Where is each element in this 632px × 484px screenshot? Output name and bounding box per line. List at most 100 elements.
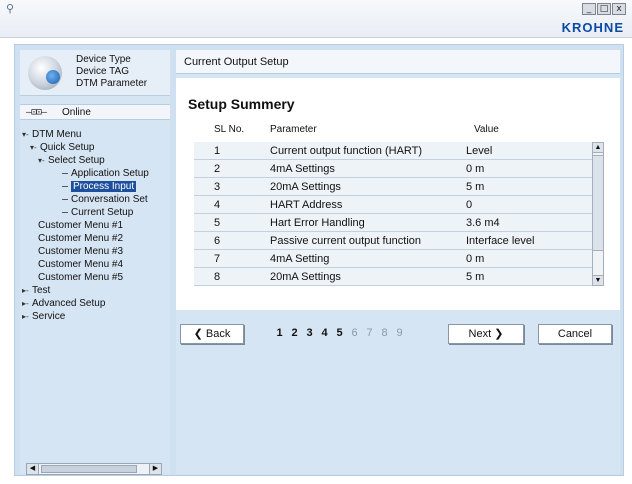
col-sl-no: SL No. [214,124,245,135]
minimize-button[interactable]: _ [582,3,596,15]
expand-toggle-icon[interactable]: ▸- [22,284,32,297]
table-row[interactable]: 6 Passive current output function Interfac… [194,232,592,250]
vertical-scrollbar[interactable]: ▲ ▼ [592,142,604,286]
cell-value: 0 m [466,253,485,265]
cancel-button[interactable]: Cancel [538,324,612,344]
table-row[interactable]: 4 HART Address 0 [194,196,592,214]
cell-sl-no: 8 [214,271,221,283]
cell-parameter: 20mA Settings [270,181,341,193]
page-number[interactable]: 9 [392,327,407,339]
page-number[interactable]: 4 [317,327,332,339]
page-number[interactable]: 7 [362,327,377,339]
page-indicator: 123456789 [272,327,407,339]
cell-parameter: Current output function (HART) [270,145,423,157]
cell-sl-no: 5 [214,217,221,229]
expand-toggle-icon[interactable]: ▾- [30,141,40,154]
back-button[interactable]: ❮ Back [180,324,244,344]
tree-item[interactable]: ▸- Service [22,310,65,323]
tree-item[interactable]: Conversation Set [62,193,148,206]
tree-item[interactable]: Customer Menu #2 [38,232,123,245]
col-parameter: Parameter [270,124,317,135]
tree-item[interactable]: ▸- Advanced Setup [22,297,105,310]
tree-item-label: Advanced Setup [32,298,106,309]
tree-item-label: Select Setup [48,155,105,166]
tree-connector [62,211,68,213]
tree-item-label: Application Setup [71,168,149,179]
page-number[interactable]: 3 [302,327,317,339]
summary-content: Setup Summery SL No. Parameter Value 1 Cu… [176,78,620,310]
table-row[interactable]: 1 Current output function (HART) Level [194,142,592,160]
tree-item-label: Conversation Set [71,194,148,205]
tree-item[interactable]: Current Setup [62,206,133,219]
tree-connector [62,198,68,200]
title-bar: ⚲ _ □ x KROHNE [0,0,632,38]
close-button[interactable]: x [612,3,626,15]
next-button[interactable]: Next ❯ [448,324,524,344]
tree-item[interactable]: Customer Menu #1 [38,219,123,232]
page-number[interactable]: 5 [332,327,347,339]
cell-sl-no: 2 [214,163,221,175]
tree-item-label: DTM Menu [32,129,82,140]
scroll-left-arrow-icon[interactable]: ◀ [27,464,39,474]
scroll-right-arrow-icon[interactable]: ▶ [149,464,161,474]
tree-item[interactable]: ▾- Quick Setup [30,141,94,154]
table-row[interactable]: 7 4mA Setting 0 m [194,250,592,268]
tree-item[interactable]: Application Setup [62,167,149,180]
device-info: Device Type Device TAG DTM Parameter [76,54,147,90]
cell-parameter: HART Address [270,199,343,211]
tree-item-label: Test [32,285,51,296]
table-row[interactable]: 2 4mA Settings 0 m [194,160,592,178]
panel-header: Current Output Setup [176,50,620,74]
cell-value: 0 m [466,163,485,175]
tree-item[interactable]: ▾- DTM Menu [22,128,81,141]
tree-item[interactable]: Process Input [62,180,137,193]
scroll-down-arrow-icon[interactable]: ▼ [593,275,603,285]
expand-toggle-icon[interactable]: ▾- [22,128,32,141]
cell-parameter: 4mA Setting [270,253,330,265]
tree-item[interactable]: Customer Menu #5 [38,271,123,284]
cell-value: 0 [466,199,473,211]
tree-item-label: Customer Menu #2 [38,233,124,244]
expand-toggle-icon[interactable]: ▸- [22,310,32,323]
page-number[interactable]: 2 [287,327,302,339]
cell-sl-no: 3 [214,181,221,193]
page-number[interactable]: 8 [377,327,392,339]
cell-value: 5 m [466,271,485,283]
tree-item[interactable]: ▸- Test [22,284,50,297]
window-controls: _ □ x [582,3,626,15]
page-number[interactable]: 6 [347,327,362,339]
connection-plug-icon: —⊡⊡— [26,107,47,118]
tree-item-label: Customer Menu #1 [38,220,124,231]
cell-parameter: 20mA Settings [270,271,341,283]
device-card: Device Type Device TAG DTM Parameter [20,50,170,96]
tree-item-label: Customer Menu #4 [38,259,124,270]
cell-sl-no: 6 [214,235,221,247]
table-row[interactable]: 5 Hart Error Handling 3.6 m4 [194,214,592,232]
expand-toggle-icon[interactable]: ▾- [38,154,48,167]
section-title: Setup Summery [188,96,295,112]
left-panel: Device Type Device TAG DTM Parameter —⊡⊡… [20,50,170,475]
table-row[interactable]: 3 20mA Settings 5 m [194,178,592,196]
horizontal-scrollbar[interactable]: ◀ ▶ [26,463,162,475]
maximize-button[interactable]: □ [597,3,611,15]
scroll-thumb[interactable] [593,155,603,251]
online-status[interactable]: —⊡⊡— Online [20,104,170,120]
cell-value: Level [466,145,493,157]
cell-value: Interface level [466,235,535,247]
tree-item[interactable]: Customer Menu #3 [38,245,123,258]
table-row[interactable]: 8 20mA Settings 5 m [194,268,592,286]
dtm-parameter-label: DTM Parameter [76,78,148,89]
application-window: ⚲ _ □ x KROHNE Device Type Device TAG DT… [0,0,632,484]
tree-item-label: Customer Menu #3 [38,246,124,257]
scroll-thumb[interactable] [41,465,137,473]
expand-toggle-icon[interactable]: ▸- [22,297,32,310]
main-panel: Current Output Setup Setup Summery SL No… [176,50,620,474]
cell-sl-no: 1 [214,145,221,157]
page-number[interactable]: 1 [272,327,287,339]
wizard-footer: ❮ Back 123456789 Next ❯ Cancel [176,320,620,348]
scroll-up-arrow-icon[interactable]: ▲ [593,143,603,153]
tree-item[interactable]: Customer Menu #4 [38,258,123,271]
tree-connector [62,172,68,174]
cell-value: 5 m [466,181,485,193]
tree-item[interactable]: ▾- Select Setup [38,154,105,167]
